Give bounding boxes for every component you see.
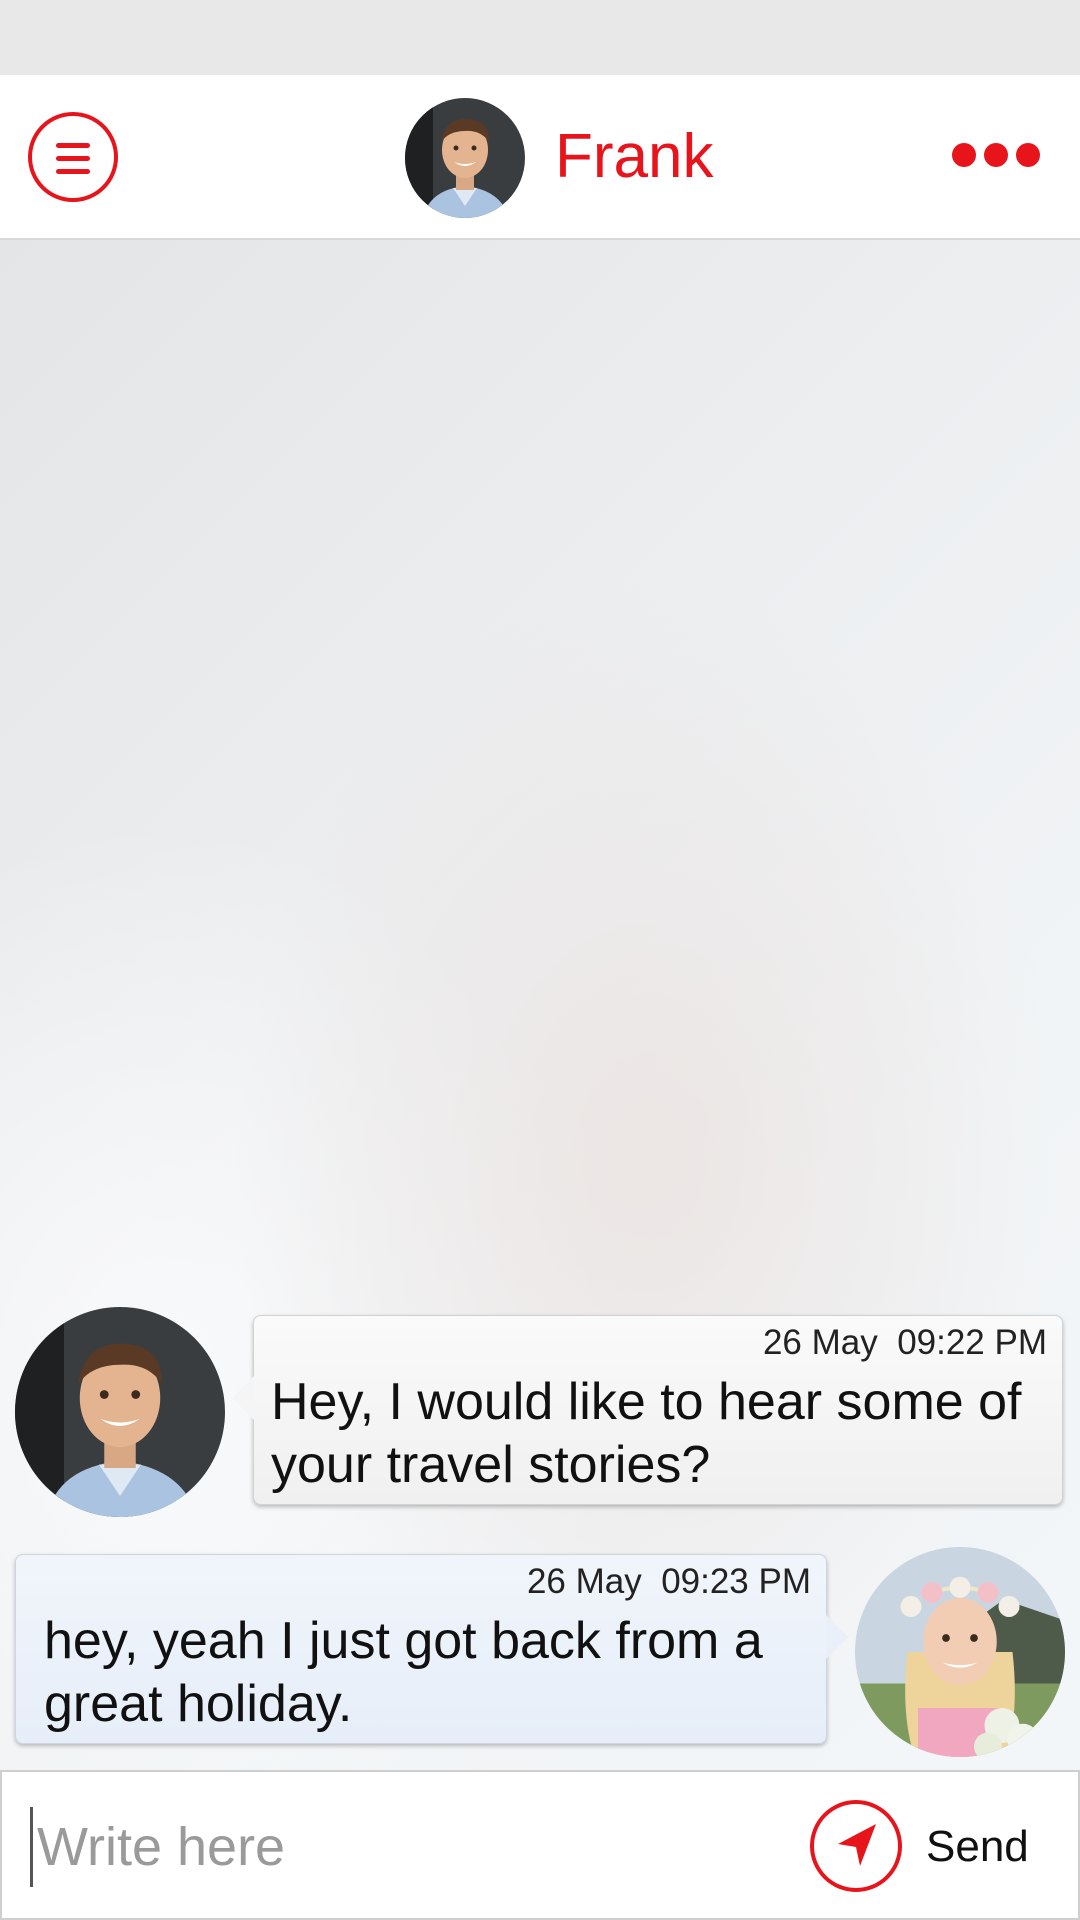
status-bar xyxy=(0,0,1080,75)
message-timestamp: 26 May 09:23 PM xyxy=(527,1561,811,1603)
message-timestamp: 26 May 09:22 PM xyxy=(763,1322,1047,1364)
more-options-button[interactable] xyxy=(945,135,1045,175)
message-composer: Send xyxy=(0,1770,1080,1920)
hamburger-menu-icon xyxy=(56,143,90,148)
contact-name: Frank xyxy=(555,122,714,191)
sender-avatar[interactable] xyxy=(15,1307,225,1517)
message-text: hey, yeah I just got back from a great h… xyxy=(44,1612,763,1733)
send-button[interactable]: Send xyxy=(926,1820,1029,1874)
chat-header: Frank xyxy=(0,75,1080,240)
message-date: 26 May xyxy=(762,1323,878,1362)
more-dots-icon xyxy=(952,143,976,167)
menu-button[interactable] xyxy=(28,112,118,202)
message-date: 26 May xyxy=(526,1562,642,1601)
contact-avatar[interactable] xyxy=(405,98,525,218)
message-time: 09:22 PM xyxy=(897,1323,1047,1362)
message-bubble-incoming[interactable]: 26 May 09:22 PM Hey, I would like to hea… xyxy=(232,1315,1063,1505)
message-text: Hey, I would like to hear some of your t… xyxy=(271,1373,1022,1494)
message-input[interactable] xyxy=(30,1807,790,1887)
message-time: 09:23 PM xyxy=(661,1562,811,1601)
user-avatar[interactable] xyxy=(855,1547,1065,1757)
chat-background[interactable] xyxy=(0,240,1080,1770)
message-bubble-outgoing[interactable]: 26 May 09:23 PM hey, yeah I just got bac… xyxy=(15,1554,848,1744)
send-arrow-icon[interactable] xyxy=(810,1800,902,1892)
